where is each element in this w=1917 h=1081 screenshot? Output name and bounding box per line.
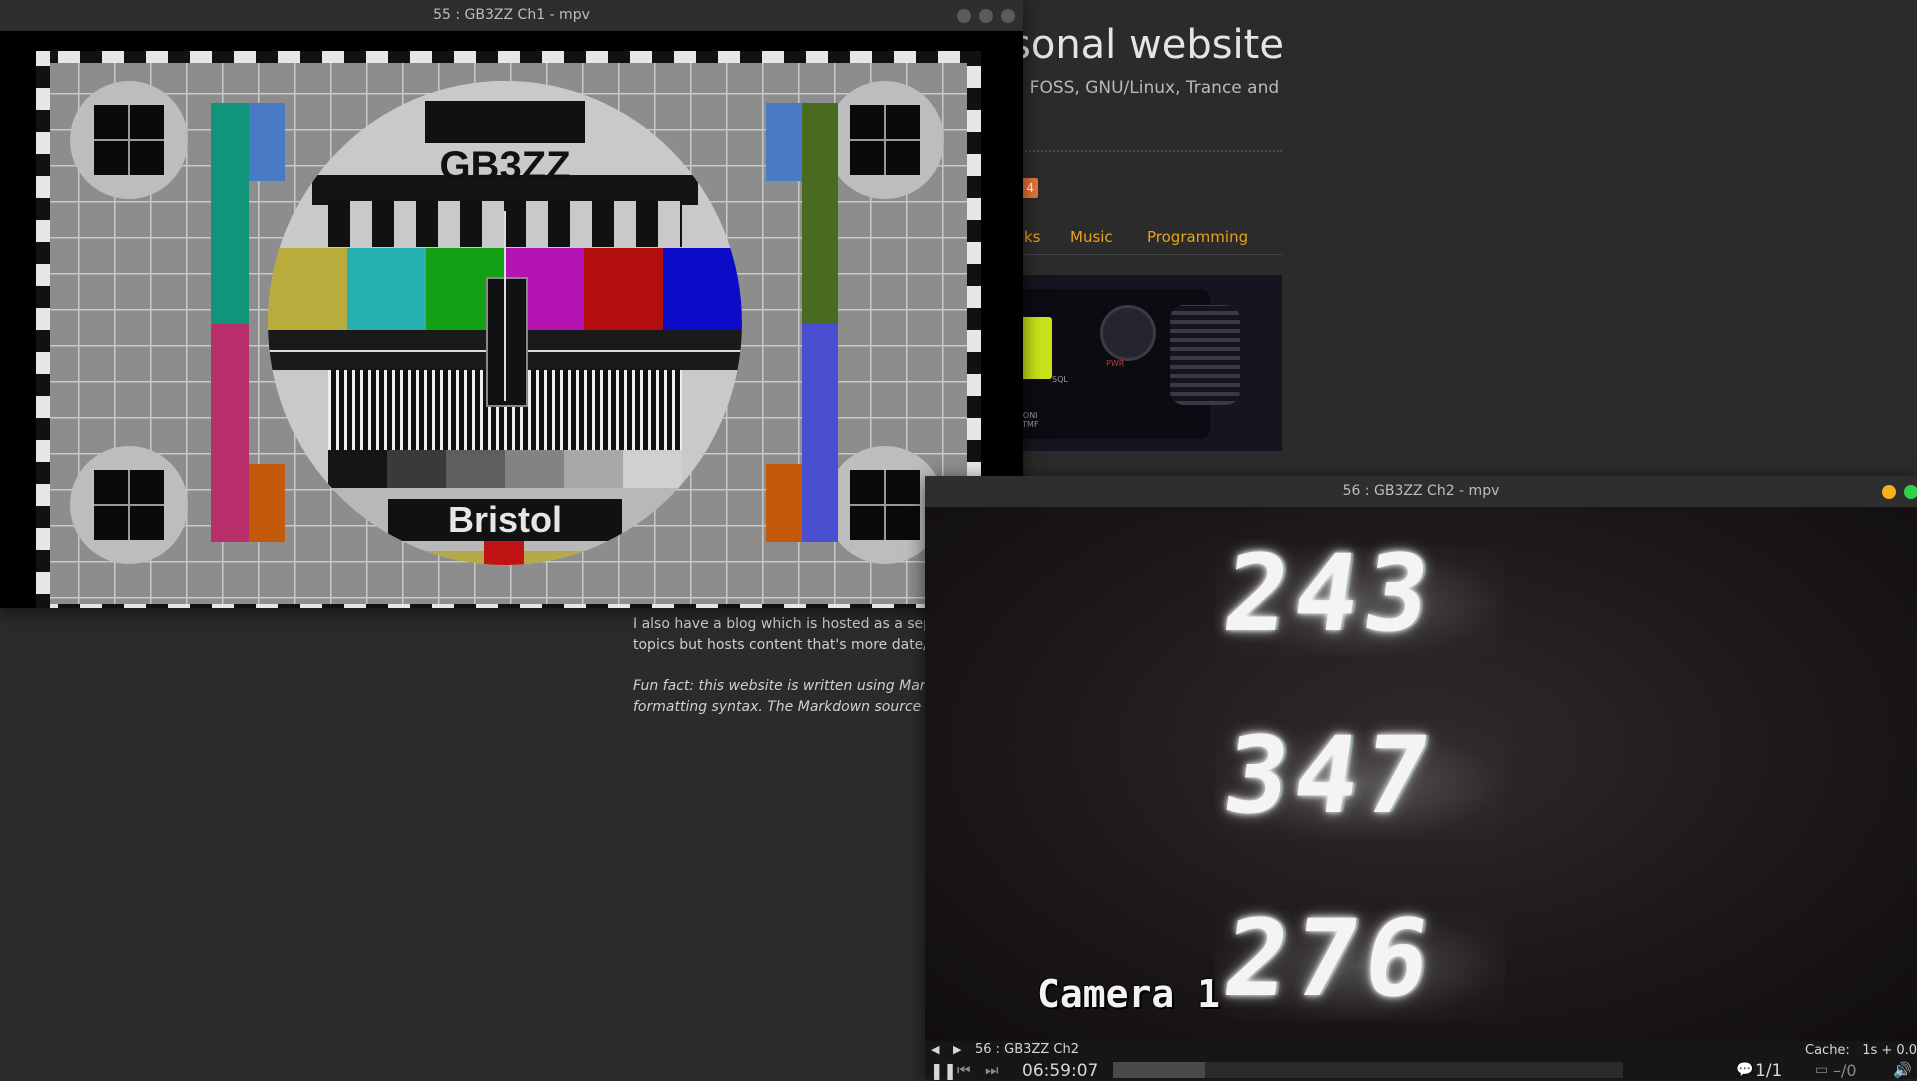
divider bbox=[1010, 150, 1282, 152]
side-bar-orange-right bbox=[766, 464, 802, 542]
seek-bar-fill bbox=[1113, 1062, 1205, 1078]
callsign-label: GB3ZZ bbox=[439, 144, 571, 188]
minimize-button[interactable] bbox=[1882, 485, 1896, 499]
corner-circle-tr bbox=[826, 81, 944, 199]
pause-icon[interactable]: ❚❚ bbox=[930, 1061, 957, 1080]
mpv-window-ch1[interactable]: 55 : GB3ZZ Ch1 - mpv GB3ZZ Bristol bbox=[0, 0, 1023, 608]
camera-osd-label: Camera 1 bbox=[1037, 972, 1221, 1016]
skip-forward-icon[interactable]: ⏭ bbox=[985, 1061, 999, 1079]
nav-link-music[interactable]: Music bbox=[1070, 228, 1113, 246]
side-bar-blue-right bbox=[766, 103, 802, 181]
side-bar-olive bbox=[802, 103, 838, 324]
minimize-button[interactable] bbox=[957, 9, 971, 23]
border-ticks-top bbox=[36, 51, 981, 63]
skip-back-icon[interactable]: ⏮ bbox=[957, 1061, 971, 1079]
maximize-button[interactable] bbox=[979, 9, 993, 23]
chapter-count: 1/1 bbox=[1755, 1061, 1783, 1081]
subtitle-track: –/0 bbox=[1833, 1061, 1857, 1080]
prev-playlist-icon[interactable]: ◀ bbox=[931, 1043, 939, 1056]
video-surface[interactable]: GB3ZZ Bristol bbox=[0, 31, 1023, 608]
site-nav: ks Music Programming bbox=[1010, 228, 1282, 255]
border-ticks-left bbox=[36, 51, 50, 608]
playback-time: 06:59:07 bbox=[1022, 1061, 1099, 1081]
comment-icon[interactable]: 💬 bbox=[1736, 1062, 1753, 1078]
next-playlist-icon[interactable]: ▶ bbox=[953, 1043, 961, 1056]
corner-circle-bl bbox=[70, 446, 188, 564]
test-card: GB3ZZ Bristol bbox=[36, 51, 981, 608]
cache-status: Cache: 1s + 0.0 bbox=[1805, 1043, 1917, 1058]
location-label: Bristol bbox=[447, 499, 562, 540]
titlebar[interactable]: 56 : GB3ZZ Ch2 - mpv bbox=[925, 476, 1917, 508]
media-title: 56 : GB3ZZ Ch2 bbox=[975, 1042, 1079, 1057]
mpv-window-ch2[interactable]: 56 : GB3ZZ Ch2 - mpv 243 347 276 Camera … bbox=[925, 476, 1917, 1081]
crosshair-v bbox=[504, 211, 506, 401]
grey-scale bbox=[328, 450, 682, 488]
side-bar-teal bbox=[211, 103, 249, 324]
side-bar-magenta bbox=[211, 324, 249, 542]
center-post bbox=[486, 277, 528, 407]
test-card-circle: GB3ZZ Bristol bbox=[268, 81, 742, 565]
volume-icon[interactable]: 🔊 bbox=[1893, 1061, 1912, 1079]
border-ticks-bottom bbox=[36, 604, 981, 608]
window-title: 55 : GB3ZZ Ch1 - mpv bbox=[433, 7, 590, 23]
blog-paragraph: I also have a blog which is hosted as a … bbox=[633, 616, 955, 653]
lcd-reading-2: 347 bbox=[1216, 714, 1444, 837]
site-title: sonal website bbox=[1010, 22, 1284, 68]
fun-fact-paragraph: Fun fact: this website is written using … bbox=[633, 678, 951, 715]
bar-yellow bbox=[268, 248, 347, 330]
nav-link-books[interactable]: ks bbox=[1024, 228, 1041, 246]
maximize-button[interactable] bbox=[1904, 485, 1917, 499]
lcd-reading-1: 243 bbox=[1216, 532, 1444, 655]
radio-grille bbox=[1170, 305, 1240, 405]
bar-blue bbox=[663, 248, 742, 330]
titlebar[interactable]: 55 : GB3ZZ Ch1 - mpv bbox=[0, 0, 1023, 32]
site-subtitle: s, FOSS, GNU/Linux, Trance and bbox=[1010, 78, 1280, 98]
hero-image-radio: PWR SQL MONI DTMF bbox=[1010, 275, 1282, 451]
window-title: 56 : GB3ZZ Ch2 - mpv bbox=[1342, 483, 1500, 499]
bar-cyan bbox=[347, 248, 426, 330]
lcd-reading-3: 276 bbox=[1216, 897, 1444, 1020]
radio-pwr-label: PWR bbox=[1106, 359, 1125, 368]
nav-link-programming[interactable]: Programming bbox=[1147, 228, 1248, 246]
side-bar-violet bbox=[802, 324, 838, 542]
red-patch bbox=[484, 541, 524, 565]
location-plate: Bristol bbox=[388, 499, 622, 541]
bar-red bbox=[584, 248, 663, 330]
radio-sql-label: SQL bbox=[1052, 375, 1068, 384]
seek-bar[interactable] bbox=[1113, 1062, 1623, 1078]
radio-knob bbox=[1100, 305, 1156, 361]
close-button[interactable] bbox=[1001, 9, 1015, 23]
video-surface[interactable]: 243 347 276 Camera 1 bbox=[925, 507, 1917, 1041]
name-plate bbox=[425, 101, 585, 143]
corner-circle-tl bbox=[70, 81, 188, 199]
osc-control-bar: ◀ ▶ 56 : GB3ZZ Ch2 ❚❚ ⏮ ⏭ 06:59:07 Cache… bbox=[925, 1041, 1917, 1081]
subtitle-icon[interactable]: ▭ bbox=[1815, 1062, 1828, 1078]
